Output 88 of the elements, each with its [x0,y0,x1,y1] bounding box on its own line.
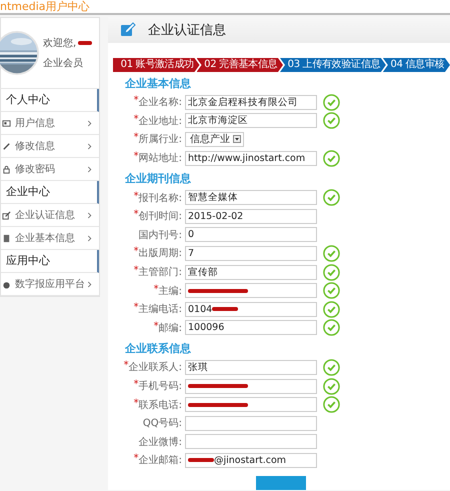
progress-step: 04 信息审核 [382,58,450,72]
input-field[interactable]: 北京市海淀区 [185,113,317,128]
field-label: 所属行业: [138,132,182,146]
field-label: 企业地址: [138,114,182,128]
sidebar-section-title: 企业中心 [1,181,99,204]
progress-step: 03 上传有效验证信息 [280,58,386,72]
chevron-icon [87,234,92,242]
input-field[interactable]: 北京金启程科技有限公司 [185,94,317,110]
input-field[interactable]: @jinostart.com [185,452,317,468]
field-label: 联系电话: [138,398,182,412]
required-mark: * [134,151,139,164]
site-title: ntmedia用户中心 [0,0,90,13]
chevron-icon [87,280,92,288]
required-mark: * [134,398,139,409]
section-title: 企业期刊信息 [125,172,192,186]
input-field[interactable] [185,378,317,394]
sidebar-section-title: 应用中心 [1,250,99,273]
required-mark: * [134,246,139,260]
chevron-icon [87,166,92,172]
required-mark: * [134,95,139,108]
field-label: 企业微博: [138,436,182,449]
field-label: 报刊名称: [138,192,182,205]
input-field[interactable]: 2015-02-02 [185,208,317,224]
field-label: 企业邮箱: [138,454,182,468]
input-field[interactable] [185,283,317,298]
input-field[interactable]: http://www.jinostart.com [185,150,317,166]
required-mark: * [134,114,139,127]
sidebar-item[interactable]: 修改密码 [1,158,99,181]
sidebar-item[interactable]: 修改信息 [1,135,99,158]
required-mark: * [134,379,139,392]
input-field[interactable]: 0 [185,227,317,242]
field-label: 企业名称: [138,96,182,110]
field-label: 出版周期: [138,246,182,260]
sidebar-item[interactable]: 企业基本信息 [1,227,99,250]
input-field[interactable] [185,416,317,431]
member-type: 企业会员 [43,56,84,70]
required-mark: * [134,302,139,316]
required-mark: * [134,190,139,202]
field-value: 0104 [188,304,212,315]
sidebar-section-title: 个人中心 [1,89,99,112]
id-card-icon [2,118,11,128]
field-label: 企业联系人: [128,360,182,374]
required-mark: * [154,284,159,297]
document-icon [2,234,11,242]
field-value: @jinostart.com [214,454,286,466]
input-field[interactable]: 宣传部 [185,264,317,280]
input-field[interactable]: 智慧全媒体 [185,190,317,206]
sidebar-item[interactable]: 用户信息 [1,112,99,135]
input-field[interactable]: 0104 [185,302,317,317]
submit-button[interactable] [256,476,306,490]
edit-icon [120,22,136,38]
chevron-icon [87,142,92,150]
required-mark: * [154,320,159,334]
edit-icon [2,210,11,220]
field-label: 手机号码: [138,380,182,394]
field-label: 邮编: [158,322,182,335]
required-mark: * [134,132,139,146]
lock-icon [2,164,11,174]
progress-step: 02 完善基本信息 [196,58,283,72]
required-mark: * [134,209,139,222]
required-mark: * [134,453,139,466]
field-label: 创刊时间: [138,210,182,224]
input-field[interactable]: 100096 [185,320,317,336]
pencil-icon [2,142,11,150]
blob-icon [2,280,11,288]
input-field[interactable]: 7 [185,246,317,261]
field-label: 主编: [158,284,182,298]
sidebar-item[interactable]: 企业认证信息 [1,204,99,227]
field-label: 网站地址: [138,152,182,166]
greeting-text: 欢迎您, [43,36,76,50]
input-field[interactable] [185,434,317,450]
dropdown-arrow-icon [233,135,241,144]
section-title: 企业基本信息 [125,77,192,91]
field-label: 主编电话: [138,302,182,316]
chevron-icon [87,120,92,126]
input-field[interactable] [185,397,317,412]
input-field[interactable]: 张琪 [185,360,317,375]
field-label: 国内刊号: [138,228,182,242]
sidebar-item[interactable]: 数字报应用平台 [1,273,99,296]
section-title: 企业联系信息 [125,342,192,356]
required-mark: * [134,265,139,278]
chevron-icon [87,212,92,218]
required-mark: * [124,360,129,374]
progress-step: 01 账号激活成功 [113,58,200,72]
field-label: 主管部门: [138,266,182,280]
page-title: 企业认证信息 [148,22,226,39]
industry-dropdown[interactable]: 信息产业 [185,132,244,147]
field-label: QQ号码: [142,417,182,430]
